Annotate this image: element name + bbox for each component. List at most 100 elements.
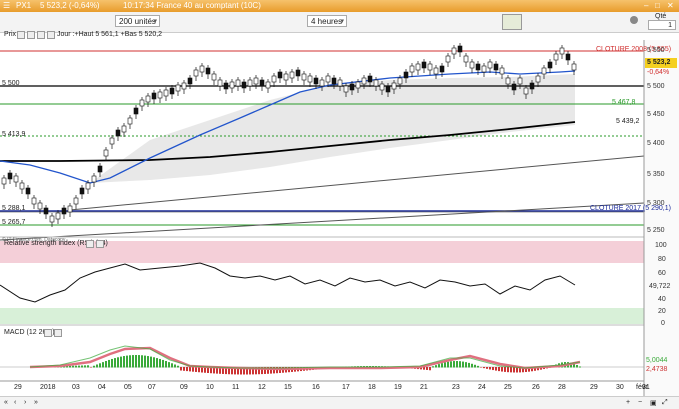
candle-body: [547, 61, 553, 69]
x-axis-tick: 05: [124, 384, 132, 391]
x-axis-tick: 30: [616, 384, 624, 391]
candle-body: [139, 99, 145, 107]
candle-body: [355, 81, 361, 89]
gear-icon[interactable]: [96, 240, 104, 248]
macd-bar: [186, 367, 188, 372]
candle-body: [505, 77, 511, 85]
macd-bar: [93, 365, 95, 368]
x-axis-tick: 19: [394, 384, 402, 391]
macd-bar: [75, 365, 77, 368]
scroll-left-icon[interactable]: ‹: [14, 399, 16, 406]
candle-body: [439, 65, 445, 73]
maximize-icon[interactable]: □: [655, 1, 660, 10]
zoom-out-icon[interactable]: −: [638, 399, 642, 406]
last-price-badge: 5 523,2: [645, 58, 677, 68]
macd-bar: [474, 364, 476, 368]
candle-body: [157, 91, 163, 99]
candle-body: [223, 82, 229, 90]
macd-bar: [492, 367, 494, 371]
macd-bar: [477, 365, 479, 368]
chart-type-icon[interactable]: [502, 14, 522, 30]
macd-bar: [579, 366, 581, 368]
close-icon[interactable]: ✕: [667, 1, 674, 10]
macd-bar: [135, 355, 137, 368]
candle-body: [1, 177, 7, 185]
scroll-right-icon[interactable]: »: [34, 399, 38, 406]
rsi-line: [0, 262, 576, 303]
scroll-left-icon[interactable]: «: [4, 399, 8, 406]
candle-body: [199, 65, 205, 73]
x-axis-tick: 29: [590, 384, 598, 391]
close-icon[interactable]: [17, 31, 25, 39]
period-select[interactable]: 4 heures ▾: [307, 15, 347, 27]
candle-body: [385, 85, 391, 93]
candle-body: [13, 175, 19, 183]
rsi-axis-tick: 0: [661, 320, 665, 327]
rsi-axis-tick: 100: [655, 242, 667, 249]
candle-body: [271, 75, 277, 83]
price-chart[interactable]: [0, 40, 679, 396]
minimize-icon[interactable]: –: [644, 1, 648, 10]
menu-icon[interactable]: ☰: [3, 1, 10, 10]
fit-icon[interactable]: ⤢: [662, 399, 668, 407]
candle-body: [49, 215, 55, 223]
settings-icon[interactable]: [27, 31, 35, 39]
macd-bar: [498, 367, 500, 372]
candle-body: [379, 83, 385, 91]
candle-body: [25, 187, 31, 195]
bottom-toolbar: « ‹ › » + − ▣ ⤢: [0, 396, 679, 409]
candle-body: [559, 47, 565, 55]
macd-bar: [138, 355, 140, 368]
candle-body: [211, 73, 217, 81]
settings-icon[interactable]: [630, 16, 638, 24]
candle-body: [181, 82, 187, 90]
last-change-label: -0,64%: [647, 69, 670, 76]
units-select[interactable]: 200 unités ▾: [115, 15, 160, 27]
zoom-in-icon[interactable]: +: [626, 399, 630, 406]
macd-bar: [459, 361, 461, 368]
candle-body: [43, 207, 49, 215]
macd-bar: [162, 359, 164, 368]
macd-bar: [432, 366, 434, 368]
x-axis-tick: 11: [232, 384, 240, 391]
candle-body: [247, 79, 253, 87]
close-icon[interactable]: [86, 240, 94, 248]
candle-body: [163, 89, 169, 97]
price-info: Jour :+Haut 5 561,1 +Bas 5 520,2: [57, 31, 163, 38]
level-5413-label: 5 413,9: [2, 131, 26, 138]
candle-body: [409, 65, 415, 73]
y-axis-tick: 5 500: [647, 83, 665, 90]
macd-bar: [102, 362, 104, 368]
gear-icon[interactable]: [54, 329, 62, 337]
close-icon[interactable]: [44, 329, 52, 337]
x-axis-tick: 17: [342, 384, 350, 391]
eye-icon[interactable]: [47, 31, 55, 39]
lock-icon[interactable]: ▣: [650, 399, 657, 407]
scroll-right-icon[interactable]: ›: [24, 399, 26, 406]
candle-body: [73, 197, 79, 205]
candle-body: [91, 175, 97, 183]
candle-body: [331, 77, 337, 85]
macd-bar: [444, 362, 446, 368]
macd-bar: [147, 356, 149, 368]
macd-bar: [435, 365, 437, 368]
macd-bar: [171, 363, 173, 368]
rsi-value: 49,722: [649, 283, 671, 290]
x-axis-tick: 07: [148, 384, 156, 391]
macd-bar: [96, 364, 98, 368]
gear-icon[interactable]: [37, 31, 45, 39]
macd-bar: [483, 367, 485, 369]
x-axis-tick: 2018: [40, 384, 56, 391]
x-axis-tick: 21: [420, 384, 428, 391]
candle-body: [127, 117, 133, 125]
candle-body: [121, 125, 127, 133]
qty-input[interactable]: 1: [648, 20, 676, 30]
macd-bar: [150, 356, 152, 368]
macd-bar: [468, 362, 470, 368]
qty-label: Qté: [655, 13, 667, 20]
macd-bar: [489, 367, 491, 370]
candle-body: [373, 79, 379, 87]
y-axis-tick: 5 350: [647, 171, 665, 178]
y-axis-tick: 5 450: [647, 111, 665, 118]
macd-bar: [168, 362, 170, 368]
